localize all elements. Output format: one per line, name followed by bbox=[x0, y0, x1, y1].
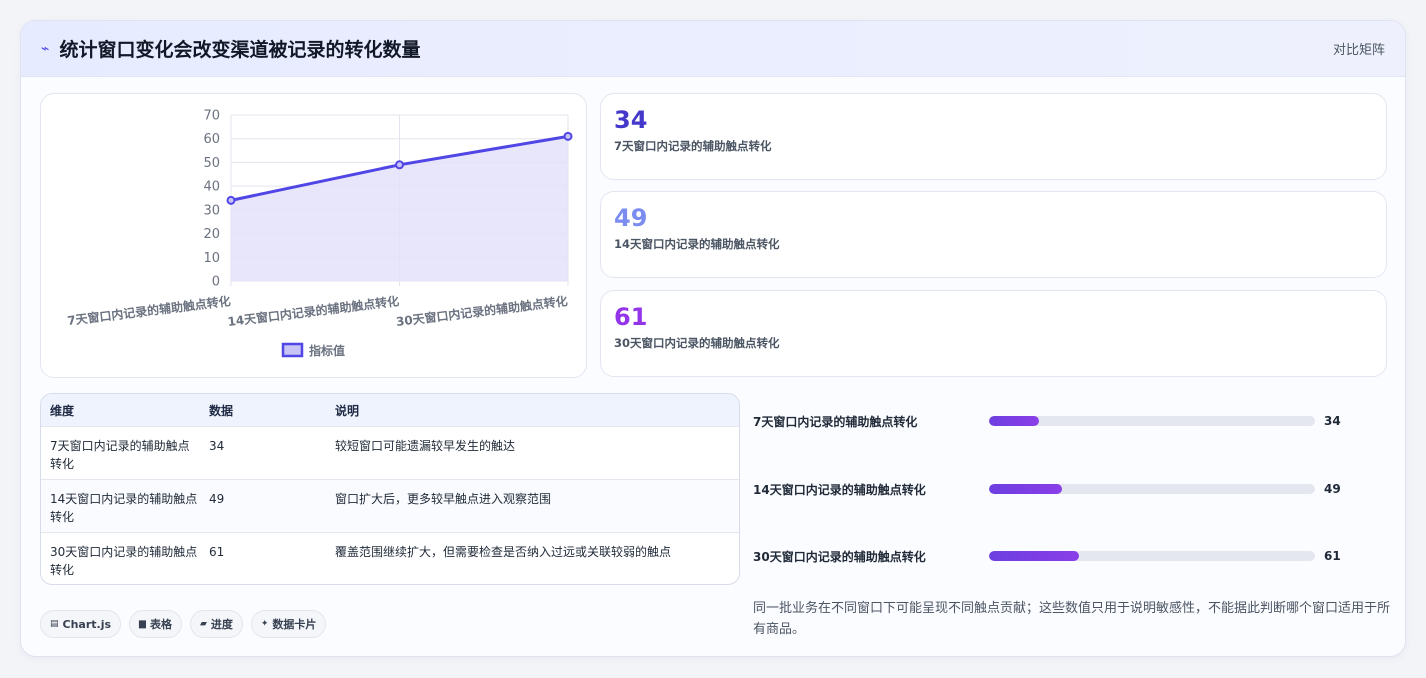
progress-row: 30天窗口内记录的辅助触点转化 61 bbox=[753, 546, 1393, 566]
tag-list: ▤ Chart.js ▆ 表格 ▰ 进度 ✦ 数据卡片 bbox=[40, 610, 327, 638]
table-cell-description: 覆盖范围继续扩大，但需要检查是否纳入过远或关联较弱的触点 bbox=[335, 545, 672, 559]
table-header-dimension: 维度 bbox=[50, 403, 75, 418]
progress-fill bbox=[989, 416, 1040, 426]
table-row: 30天窗口内记录的辅助触点转化 61 覆盖范围继续扩大，但需要检查是否纳入过远或… bbox=[41, 533, 739, 584]
progress-label: 30天窗口内记录的辅助触点转化 bbox=[753, 549, 926, 564]
sensitivity-note: 同一批业务在不同窗口下可能呈现不同触点贡献；这些数值只用于说明敏感性，不能据此判… bbox=[753, 601, 1391, 637]
x-tick-label: 30天窗口内记录的辅助触点转化 bbox=[395, 293, 568, 329]
progress-label: 14天窗口内记录的辅助触点转化 bbox=[753, 482, 926, 497]
table-icon: ▆ bbox=[139, 619, 146, 629]
kpi-card-30d: 61 30天窗口内记录的辅助触点转化 bbox=[600, 290, 1387, 377]
tag-label: 表格 bbox=[149, 618, 172, 631]
line-chart: 0 10 20 30 40 50 60 70 7天窗口内记录的辅助触点转化14天窗口内记录的辅助… bbox=[66, 109, 573, 358]
progress-value: 34 bbox=[1324, 414, 1341, 428]
table-cell-value: 34 bbox=[209, 439, 225, 453]
table-row: 7天窗口内记录的辅助触点转化 34 较短窗口可能遗漏较早发生的触达 bbox=[41, 427, 739, 480]
kpi-label: 7天窗口内记录的辅助触点转化 bbox=[614, 139, 772, 153]
progress-value: 49 bbox=[1324, 482, 1341, 496]
pulse-icon: ⌁ bbox=[41, 40, 50, 57]
panel-header: ⌁ 统计窗口变化会改变渠道被记录的转化数量 对比矩阵 bbox=[21, 21, 1405, 77]
sparkle-icon: ✦ bbox=[260, 619, 269, 629]
chart-card: 0 10 20 30 40 50 60 70 7天窗口内记录的辅助触点转化 14天窗口内记录的辅助… bbox=[40, 93, 587, 378]
kpi-label: 14天窗口内记录的辅助触点转化 bbox=[614, 237, 780, 251]
table-cell-value: 61 bbox=[209, 545, 225, 559]
data-point bbox=[395, 160, 404, 170]
progress-row: 7天窗口内记录的辅助触点转化 34 bbox=[753, 411, 1393, 431]
table-cell-description: 窗口扩大后，更多较早触点进入观察范围 bbox=[335, 492, 552, 506]
dashboard-panel: ⌁ 统计窗口变化会改变渠道被记录的转化数量 对比矩阵 0 10 20 30 40 50 60… bbox=[20, 20, 1406, 657]
table-cell-dimension: 14天窗口内记录的辅助触点转化 bbox=[50, 492, 198, 524]
progress-fill bbox=[989, 551, 1080, 561]
y-tick-label: 20 bbox=[203, 227, 220, 242]
y-tick-label: 40 bbox=[203, 180, 220, 195]
table-cell-description: 较短窗口可能遗漏较早发生的触达 bbox=[335, 439, 516, 453]
tag-label: 进度 bbox=[210, 618, 233, 631]
chart-icon: ▤ bbox=[50, 619, 59, 629]
legend-label: 指标值 bbox=[309, 343, 345, 358]
table-header-row: 维度 数据 说明 bbox=[41, 394, 739, 427]
kpi-card-14d: 49 14天窗口内记录的辅助触点转化 bbox=[600, 191, 1387, 278]
tag-label: Chart.js bbox=[62, 617, 112, 631]
legend-swatch bbox=[281, 342, 304, 358]
progress-fill bbox=[989, 484, 1062, 494]
x-tick-label: 7天窗口内记录的辅助触点转化 bbox=[66, 293, 231, 328]
table-header-description: 说明 bbox=[335, 403, 360, 418]
tag-table[interactable]: ▆ 表格 bbox=[129, 610, 182, 638]
progress-value: 61 bbox=[1324, 549, 1341, 563]
tag-chartjs[interactable]: ▤ Chart.js bbox=[40, 610, 122, 638]
progress-track bbox=[989, 551, 1315, 561]
kpi-label: 30天窗口内记录的辅助触点转化 bbox=[614, 336, 780, 350]
kpi-value: 49 bbox=[614, 204, 648, 232]
kpi-value: 61 bbox=[614, 303, 648, 331]
tag-progress[interactable]: ▰ 进度 bbox=[189, 610, 243, 638]
progress-label: 7天窗口内记录的辅助触点转化 bbox=[753, 414, 918, 429]
table-cell-value: 49 bbox=[209, 492, 225, 506]
progress-track bbox=[989, 484, 1315, 494]
tag-label: 数据卡片 bbox=[272, 618, 317, 631]
y-tick-label: 30 bbox=[203, 203, 220, 218]
data-point bbox=[563, 131, 573, 141]
table-cell-dimension: 7天窗口内记录的辅助触点转化 bbox=[50, 439, 190, 471]
tag-data-card[interactable]: ✦ 数据卡片 bbox=[250, 610, 327, 638]
kpi-value: 34 bbox=[614, 106, 648, 134]
x-tick-label: 14天窗口内记录的辅助触点转化 bbox=[227, 293, 400, 329]
compare-matrix-link[interactable]: 对比矩阵 bbox=[1333, 39, 1385, 58]
y-tick-label: 10 bbox=[203, 251, 220, 266]
y-tick-label: 50 bbox=[203, 156, 220, 171]
progress-row: 14天窗口内记录的辅助触点转化 49 bbox=[753, 479, 1393, 499]
table-cell-dimension: 30天窗口内记录的辅助触点转化 bbox=[50, 545, 198, 577]
y-tick-label: 0 bbox=[212, 275, 220, 290]
kpi-card-7d: 34 7天窗口内记录的辅助触点转化 bbox=[600, 93, 1387, 180]
y-tick-label: 60 bbox=[203, 132, 220, 147]
page-title: 统计窗口变化会改变渠道被记录的转化数量 bbox=[59, 39, 421, 61]
table-row: 14天窗口内记录的辅助触点转化 49 窗口扩大后，更多较早触点进入观察范围 bbox=[41, 480, 739, 533]
progress-icon: ▰ bbox=[199, 619, 207, 629]
data-point bbox=[226, 195, 236, 205]
y-tick-label: 70 bbox=[203, 109, 220, 124]
progress-track bbox=[989, 416, 1315, 426]
data-table: 维度 数据 说明 7天窗口内记录的辅助触点转化 34 较短窗口可能遗漏较早发生的… bbox=[40, 393, 740, 585]
table-header-value: 数据 bbox=[209, 403, 234, 418]
